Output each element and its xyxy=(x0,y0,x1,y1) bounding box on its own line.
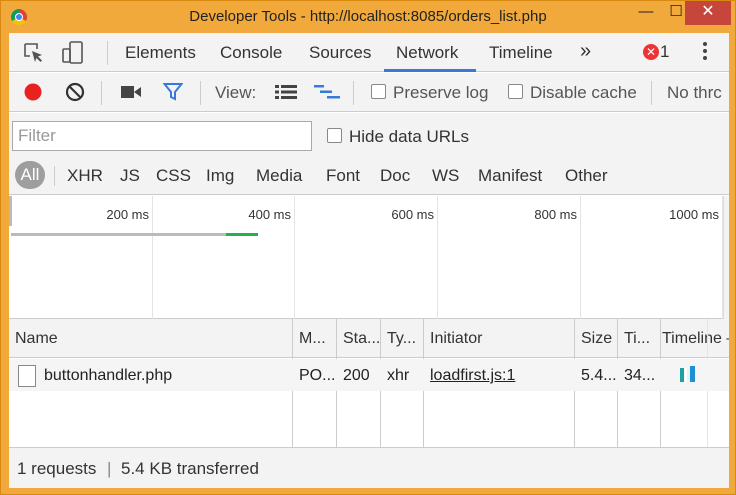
capture-screenshots-icon[interactable] xyxy=(120,84,142,100)
waterfall-download-bar[interactable] xyxy=(690,366,695,382)
overview-request-download-bar xyxy=(226,233,258,236)
tab-network[interactable]: Network xyxy=(396,43,458,63)
request-initiator-link[interactable]: loadfirst.js:1 xyxy=(430,367,570,385)
summary-separator: | xyxy=(107,459,112,478)
toolbar-divider xyxy=(353,81,354,105)
column-header-size[interactable]: Size xyxy=(581,330,617,348)
request-type: xhr xyxy=(387,367,410,384)
toolbar-divider xyxy=(651,81,652,105)
network-overview[interactable]: 200 ms 400 ms 600 ms 800 ms 1000 ms xyxy=(9,196,729,319)
view-label: View: xyxy=(215,83,257,102)
type-filter-img[interactable]: Img xyxy=(206,166,234,186)
column-header-type[interactable]: Ty... xyxy=(387,330,423,348)
error-icon[interactable]: ✕ xyxy=(643,44,659,60)
disable-cache-label[interactable]: Disable cache xyxy=(530,83,637,103)
device-mode-icon[interactable] xyxy=(61,40,85,66)
resource-type-filter: All XHR JS CSS Img Media Font Doc WS Man… xyxy=(9,157,729,195)
type-filter-all[interactable]: All xyxy=(15,161,45,189)
toolbar-divider xyxy=(101,81,102,105)
overview-gridline xyxy=(580,196,581,319)
overview-gridline xyxy=(152,196,153,319)
tab-divider xyxy=(107,41,108,65)
overview-scrollbar[interactable] xyxy=(723,196,729,319)
active-tab-indicator xyxy=(384,69,476,72)
request-method: PO... xyxy=(299,367,335,384)
type-filter-ws[interactable]: WS xyxy=(432,166,459,186)
hide-data-urls-label[interactable]: Hide data URLs xyxy=(349,127,469,147)
type-filter-media[interactable]: Media xyxy=(256,166,302,186)
overview-range-handle[interactable] xyxy=(9,196,12,226)
overview-request-waiting-bar xyxy=(11,233,227,236)
record-icon[interactable] xyxy=(23,82,43,102)
overview-gridline xyxy=(437,196,438,319)
column-header-name[interactable]: Name xyxy=(15,330,285,348)
request-time: 34... xyxy=(624,367,656,384)
column-header-timeline[interactable]: Timeline – xyxy=(662,330,729,348)
filter-input[interactable] xyxy=(12,121,312,151)
hide-data-urls-checkbox[interactable] xyxy=(327,128,342,143)
devtools-window: Developer Tools - http://localhost:8085/… xyxy=(0,0,736,495)
type-divider xyxy=(54,166,55,186)
column-header-status[interactable]: Sta... xyxy=(343,330,379,348)
panel-tab-bar: Elements Console Sources Network Timelin… xyxy=(9,33,729,72)
overview-tick-label: 200 ms xyxy=(106,207,149,222)
table-row[interactable]: buttonhandler.php PO... 200 xhr loadfirs… xyxy=(9,359,729,391)
table-header: Name M... Sta... Ty... Initiator Size Ti… xyxy=(9,319,729,358)
waterfall-connect-bar[interactable] xyxy=(680,368,684,382)
throttling-select[interactable]: No thrc xyxy=(667,83,729,103)
preserve-log-checkbox[interactable] xyxy=(371,84,386,99)
requests-table: Name M... Sta... Ty... Initiator Size Ti… xyxy=(9,319,729,447)
tab-console[interactable]: Console xyxy=(220,43,282,63)
column-header-initiator[interactable]: Initiator xyxy=(430,330,570,348)
customize-menu-icon[interactable] xyxy=(703,42,709,63)
type-filter-font[interactable]: Font xyxy=(326,166,360,186)
minimize-button[interactable]: — xyxy=(631,1,661,25)
devtools-panel: Elements Console Sources Network Timelin… xyxy=(9,33,729,488)
inspect-element-icon[interactable] xyxy=(23,42,45,64)
clear-icon[interactable] xyxy=(65,82,85,102)
overview-tick-label: 800 ms xyxy=(534,207,577,222)
column-header-method[interactable]: M... xyxy=(299,330,335,348)
window-title: Developer Tools - http://localhost:8085/… xyxy=(189,8,547,25)
type-filter-doc[interactable]: Doc xyxy=(380,166,410,186)
document-icon xyxy=(18,365,36,387)
overview-tick-label: 1000 ms xyxy=(669,207,719,222)
large-rows-icon[interactable] xyxy=(275,84,297,100)
overview-tick-label: 600 ms xyxy=(391,207,434,222)
title-bar[interactable]: Developer Tools - http://localhost:8085/… xyxy=(1,1,735,33)
tab-sources[interactable]: Sources xyxy=(309,43,371,63)
type-filter-js[interactable]: JS xyxy=(120,166,140,186)
more-tabs-button[interactable]: » xyxy=(580,40,591,63)
filter-icon[interactable] xyxy=(163,82,183,102)
error-count[interactable]: 1 xyxy=(660,42,669,62)
transferred-size: 5.4 KB transferred xyxy=(121,459,259,478)
overview-gridline xyxy=(294,196,295,319)
network-summary-bar: 1 requests | 5.4 KB transferred xyxy=(9,447,729,488)
column-header-time[interactable]: Ti... xyxy=(624,330,660,348)
request-size: 5.4... xyxy=(581,367,617,384)
toolbar-divider xyxy=(200,81,201,105)
type-filter-css[interactable]: CSS xyxy=(156,166,191,186)
tab-elements[interactable]: Elements xyxy=(125,43,196,63)
type-filter-other[interactable]: Other xyxy=(565,166,608,186)
request-count: 1 requests xyxy=(17,459,97,478)
close-button[interactable]: ✕ xyxy=(685,1,731,25)
preserve-log-label[interactable]: Preserve log xyxy=(393,83,488,103)
network-toolbar: View: Preserve log Disable cache No thrc xyxy=(9,73,729,112)
tab-timeline[interactable]: Timeline xyxy=(489,43,553,63)
type-filter-xhr[interactable]: XHR xyxy=(67,166,103,186)
overview-waterfall-icon[interactable] xyxy=(314,84,340,100)
type-filter-manifest[interactable]: Manifest xyxy=(478,166,542,186)
disable-cache-checkbox[interactable] xyxy=(508,84,523,99)
filter-bar: Hide data URLs xyxy=(9,113,729,157)
overview-tick-label: 400 ms xyxy=(248,207,291,222)
request-name[interactable]: buttonhandler.php xyxy=(44,367,289,385)
request-status: 200 xyxy=(343,367,370,384)
